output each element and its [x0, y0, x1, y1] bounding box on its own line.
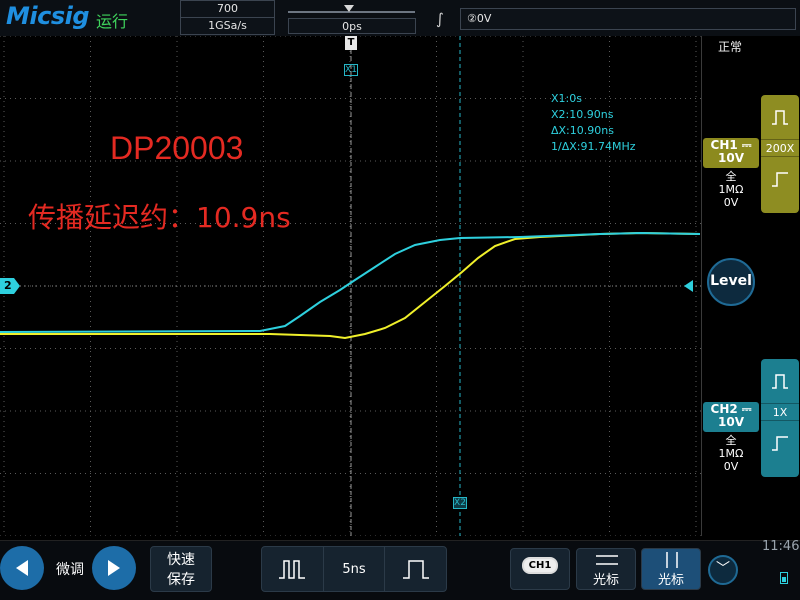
ch2-info: 全 1MΩ 0V	[703, 434, 759, 473]
chevron-down-icon[interactable]: ﹀	[708, 555, 738, 585]
readout-delta-x: ΔX:10.90ns	[551, 124, 614, 137]
ch2-probe-ratio[interactable]: 1X	[761, 403, 799, 421]
ch1-offset: 0V	[723, 196, 739, 209]
readout-frequency: 1/ΔX:91.74MHz	[551, 140, 636, 153]
ch1-button[interactable]: CH1 ⎓ 10V	[703, 138, 759, 168]
annotation-delay: 传播延迟约：10.9ns	[28, 201, 291, 234]
ch1-scale: 10V	[718, 151, 744, 165]
horizontal-cursor-button[interactable]: 光标	[576, 548, 636, 590]
trigger-time-marker[interactable]: T	[345, 36, 357, 50]
level-label: Level	[710, 273, 752, 289]
timebase-increase-button[interactable]	[385, 547, 446, 591]
horizontal-cursor-icon	[596, 555, 618, 565]
readout-x2: X2:10.90ns	[551, 108, 614, 121]
trigger-position-marker[interactable]	[344, 5, 354, 12]
ch2-probe-panel[interactable]: 1X	[761, 359, 799, 477]
ch2-offset: 0V	[723, 460, 739, 473]
decrement-button[interactable]	[0, 546, 44, 590]
level-button[interactable]: Level	[707, 258, 755, 306]
ch1-label: CH1	[710, 138, 738, 152]
timebase-decrease-button[interactable]	[262, 547, 324, 591]
timebase-label: 5ns	[342, 561, 366, 577]
quick-save-line1: 快速	[167, 552, 195, 568]
wide-pulse-icon	[402, 560, 429, 579]
ch2-scale: 10V	[718, 415, 744, 429]
fine-adjust-label: 微调	[56, 562, 84, 578]
trigger-level-marker[interactable]	[684, 280, 693, 292]
sample-depth: 700	[217, 2, 238, 15]
timebase-value: 5ns	[324, 547, 386, 591]
pulse-wave-icon[interactable]	[761, 95, 799, 139]
horizontal-position-field[interactable]: 0ps	[288, 18, 416, 34]
ch1-bandwidth: 全	[725, 170, 737, 183]
clock: 11:46	[762, 539, 800, 554]
sample-rate: 1GSa/s	[181, 17, 274, 33]
narrow-pulse-icon	[279, 560, 306, 579]
run-state-label[interactable]: 运行	[96, 8, 128, 32]
ch1-probe-ratio[interactable]: 200X	[761, 139, 799, 157]
trigger-info-field[interactable]: ②0V	[460, 8, 796, 30]
cursor-x2-label[interactable]: X2	[453, 497, 467, 509]
ch1-probe-panel[interactable]: 200X	[761, 95, 799, 213]
timebase-control[interactable]: 5ns	[261, 546, 447, 592]
battery-icon	[780, 572, 788, 584]
ch2-trace	[0, 231, 701, 333]
acquisition-status: 正常	[718, 40, 743, 54]
quick-save-button[interactable]: 快速 保存	[150, 546, 212, 592]
vertical-cursor-icon	[666, 552, 678, 568]
step-wave-icon[interactable]	[761, 421, 799, 465]
ch2-button[interactable]: CH2 ⎓ 10V	[703, 402, 759, 432]
horizontal-cursor-label: 光标	[592, 573, 619, 588]
dc-coupling-icon: ⎓	[741, 402, 752, 416]
ch1-impedance: 1MΩ	[718, 183, 744, 196]
vertical-cursor-label: 光标	[657, 573, 684, 588]
dc-coupling-icon: ⎓	[741, 138, 752, 152]
ch2-label: CH2	[710, 402, 738, 416]
readout-x1: X1:0s	[551, 92, 582, 105]
ch2-bandwidth: 全	[725, 434, 737, 447]
quick-save-line2: 保存	[167, 572, 195, 588]
step-wave-icon[interactable]	[761, 157, 799, 201]
triangle-left-icon	[16, 560, 28, 576]
annotation-title: DP20003	[110, 130, 244, 166]
vertical-cursor-button[interactable]: 光标	[641, 548, 701, 590]
cursor-readout: X1:0s X2:10.90ns ΔX:10.90ns 1/ΔX:91.74MH…	[551, 91, 636, 155]
brand-logo: Micsig	[6, 2, 90, 30]
pulse-wave-icon[interactable]	[761, 359, 799, 403]
acquisition-box[interactable]: 700 1GSa/s	[180, 0, 275, 35]
ch1-info: 全 1MΩ 0V	[703, 170, 759, 209]
channel-select-label: CH1	[521, 557, 559, 574]
increment-button[interactable]	[92, 546, 136, 590]
cursor-x1-label[interactable]: X1	[344, 64, 358, 76]
triangle-right-icon	[108, 560, 120, 576]
ch2-impedance: 1MΩ	[718, 447, 744, 460]
channel-select-button[interactable]: CH1	[510, 548, 570, 590]
rising-edge-icon[interactable]: ∫	[436, 10, 444, 28]
